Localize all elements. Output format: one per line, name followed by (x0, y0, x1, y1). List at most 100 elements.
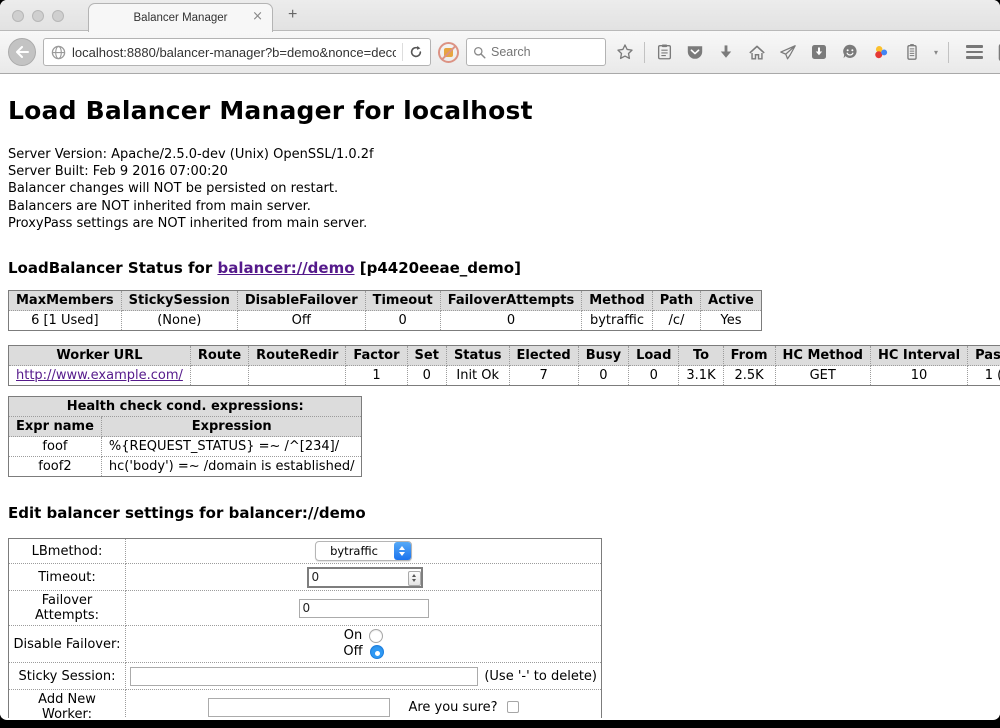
cell-failoverattempts: 0 (440, 311, 582, 331)
toolbar-separator (644, 42, 645, 63)
pocket-icon[interactable] (683, 40, 707, 64)
balancer-settings-form: LBmethod: bytraffic Timeout: (8, 538, 602, 718)
add-worker-input[interactable] (208, 698, 390, 717)
balancer-summary-row: 6 [1 Used] (None) Off 0 0 bytraffic /c/ … (9, 311, 762, 331)
traffic-lights (12, 10, 64, 22)
sticky-session-cell: (Use '-' to delete) (126, 663, 602, 690)
sticky-session-input[interactable] (130, 667, 478, 686)
search-input[interactable] (491, 45, 586, 59)
globe-icon (51, 45, 66, 60)
are-you-sure-checkbox[interactable] (507, 701, 519, 713)
reading-list-icon[interactable] (652, 40, 676, 64)
number-stepper-icon[interactable] (408, 571, 421, 586)
lbmethod-selected-value: bytraffic (330, 544, 394, 558)
col-expr-name: Expr name (9, 417, 102, 437)
browser-window: Balancer Manager × + localhost:8880/bala… (0, 0, 1000, 720)
zoom-window-button[interactable] (52, 10, 64, 22)
color-dots-icon[interactable] (869, 40, 893, 64)
lbmethod-select[interactable]: bytraffic (315, 541, 412, 561)
menu-icon[interactable] (962, 40, 986, 64)
bookmark-star-icon[interactable] (613, 40, 637, 64)
health-row: foof2 hc('body') =~ /domain is establish… (9, 457, 362, 477)
close-window-button[interactable] (12, 10, 24, 22)
server-built-line: Server Built: Feb 9 2016 07:00:20 (8, 163, 992, 180)
new-tab-button[interactable]: + (288, 6, 297, 24)
smiley-icon[interactable] (838, 40, 862, 64)
col-disablefailover: DisableFailover (237, 291, 365, 311)
cell-hc-method: GET (775, 366, 870, 386)
col-to: To (679, 346, 723, 366)
radio-on[interactable] (369, 629, 383, 643)
balancer-summary-table: MaxMembers StickySession DisableFailover… (8, 290, 762, 331)
cell-worker-url: http://www.example.com/ (9, 366, 191, 386)
overflow-caret-icon[interactable]: ▾ (931, 48, 941, 57)
page-title: Load Balancer Manager for localhost (8, 74, 992, 125)
col-maxmembers: MaxMembers (9, 291, 122, 311)
col-timeout: Timeout (365, 291, 440, 311)
col-routeredir: RouteRedir (249, 346, 346, 366)
failover-attempts-input[interactable] (299, 599, 429, 618)
failover-attempts-label: Failover Attempts: (9, 591, 126, 626)
worker-url-link[interactable]: http://www.example.com/ (16, 368, 183, 383)
back-button[interactable] (8, 38, 36, 66)
worker-table: Worker URL Route RouteRedir Factor Set S… (8, 345, 1000, 386)
add-worker-cell: Are you sure? (126, 690, 602, 718)
radio-on-label: On (344, 628, 362, 644)
loadbalancer-status-heading: LoadBalancer Status for balancer://demo … (8, 259, 992, 277)
health-table-title: Health check cond. expressions: (9, 397, 362, 417)
col-factor: Factor (346, 346, 407, 366)
download-icon[interactable] (714, 40, 738, 64)
tab-close-icon[interactable]: × (252, 10, 263, 24)
disable-failover-label: Disable Failover: (9, 626, 126, 663)
tab-title: Balancer Manager (134, 12, 228, 24)
cell-expr-name: foof (9, 437, 102, 457)
col-path: Path (652, 291, 700, 311)
save-device-icon[interactable] (807, 40, 831, 64)
col-passes: Passes (968, 346, 1000, 366)
tab-balancer-manager[interactable]: Balancer Manager × (88, 3, 273, 32)
search-bar[interactable] (466, 38, 606, 66)
reload-icon[interactable] (409, 45, 423, 59)
url-bar[interactable]: localhost:8880/balancer-manager?b=demo&n… (43, 38, 431, 66)
health-row: foof %{REQUEST_STATUS} =~ /^[234]/ (9, 437, 362, 457)
inherit-note-line: Balancers are NOT inherited from main se… (8, 198, 992, 215)
status-heading-prefix: LoadBalancer Status for (8, 259, 217, 277)
timeout-input[interactable] (307, 567, 423, 588)
tile-grid-icon[interactable] (995, 40, 1000, 64)
send-icon[interactable] (776, 40, 800, 64)
balancer-demo-link[interactable]: balancer://demo (217, 259, 354, 277)
url-text[interactable]: localhost:8880/balancer-manager?b=demo&n… (72, 45, 396, 60)
are-you-sure-label: Are you sure? (408, 700, 497, 715)
radio-off[interactable] (370, 645, 384, 659)
col-stickysession: StickySession (121, 291, 237, 311)
cell-elected: 7 (509, 366, 578, 386)
cell-path: /c/ (652, 311, 700, 331)
add-worker-label: Add New Worker: (9, 690, 126, 718)
col-failoverattempts: FailoverAttempts (440, 291, 582, 311)
page-content: Load Balancer Manager for localhost Serv… (0, 74, 1000, 718)
search-icon (473, 46, 486, 59)
cell-expression: hc('body') =~ /domain is established/ (101, 457, 362, 477)
failover-attempts-cell (126, 591, 602, 626)
minimize-window-button[interactable] (32, 10, 44, 22)
cell-set: 0 (407, 366, 446, 386)
cell-route (190, 366, 248, 386)
col-route: Route (190, 346, 248, 366)
status-heading-suffix: [p4420eeae_demo] (355, 259, 521, 277)
col-hc-method: HC Method (775, 346, 870, 366)
cell-active: Yes (701, 311, 762, 331)
navigation-toolbar: localhost:8880/balancer-manager?b=demo&n… (0, 31, 1000, 74)
lbmethod-label: LBmethod: (9, 539, 126, 564)
col-expression: Expression (101, 417, 362, 437)
col-from: From (723, 346, 775, 366)
timeout-cell (126, 564, 602, 591)
home-icon[interactable] (745, 40, 769, 64)
cell-timeout: 0 (365, 311, 440, 331)
sticky-session-label: Sticky Session: (9, 663, 126, 690)
health-check-table: Health check cond. expressions: Expr nam… (8, 396, 362, 477)
col-status: Status (446, 346, 509, 366)
col-method: Method (582, 291, 652, 311)
content-blocked-icon[interactable] (438, 42, 459, 63)
radio-off-label: Off (343, 644, 362, 660)
battery-icon[interactable] (900, 40, 924, 64)
